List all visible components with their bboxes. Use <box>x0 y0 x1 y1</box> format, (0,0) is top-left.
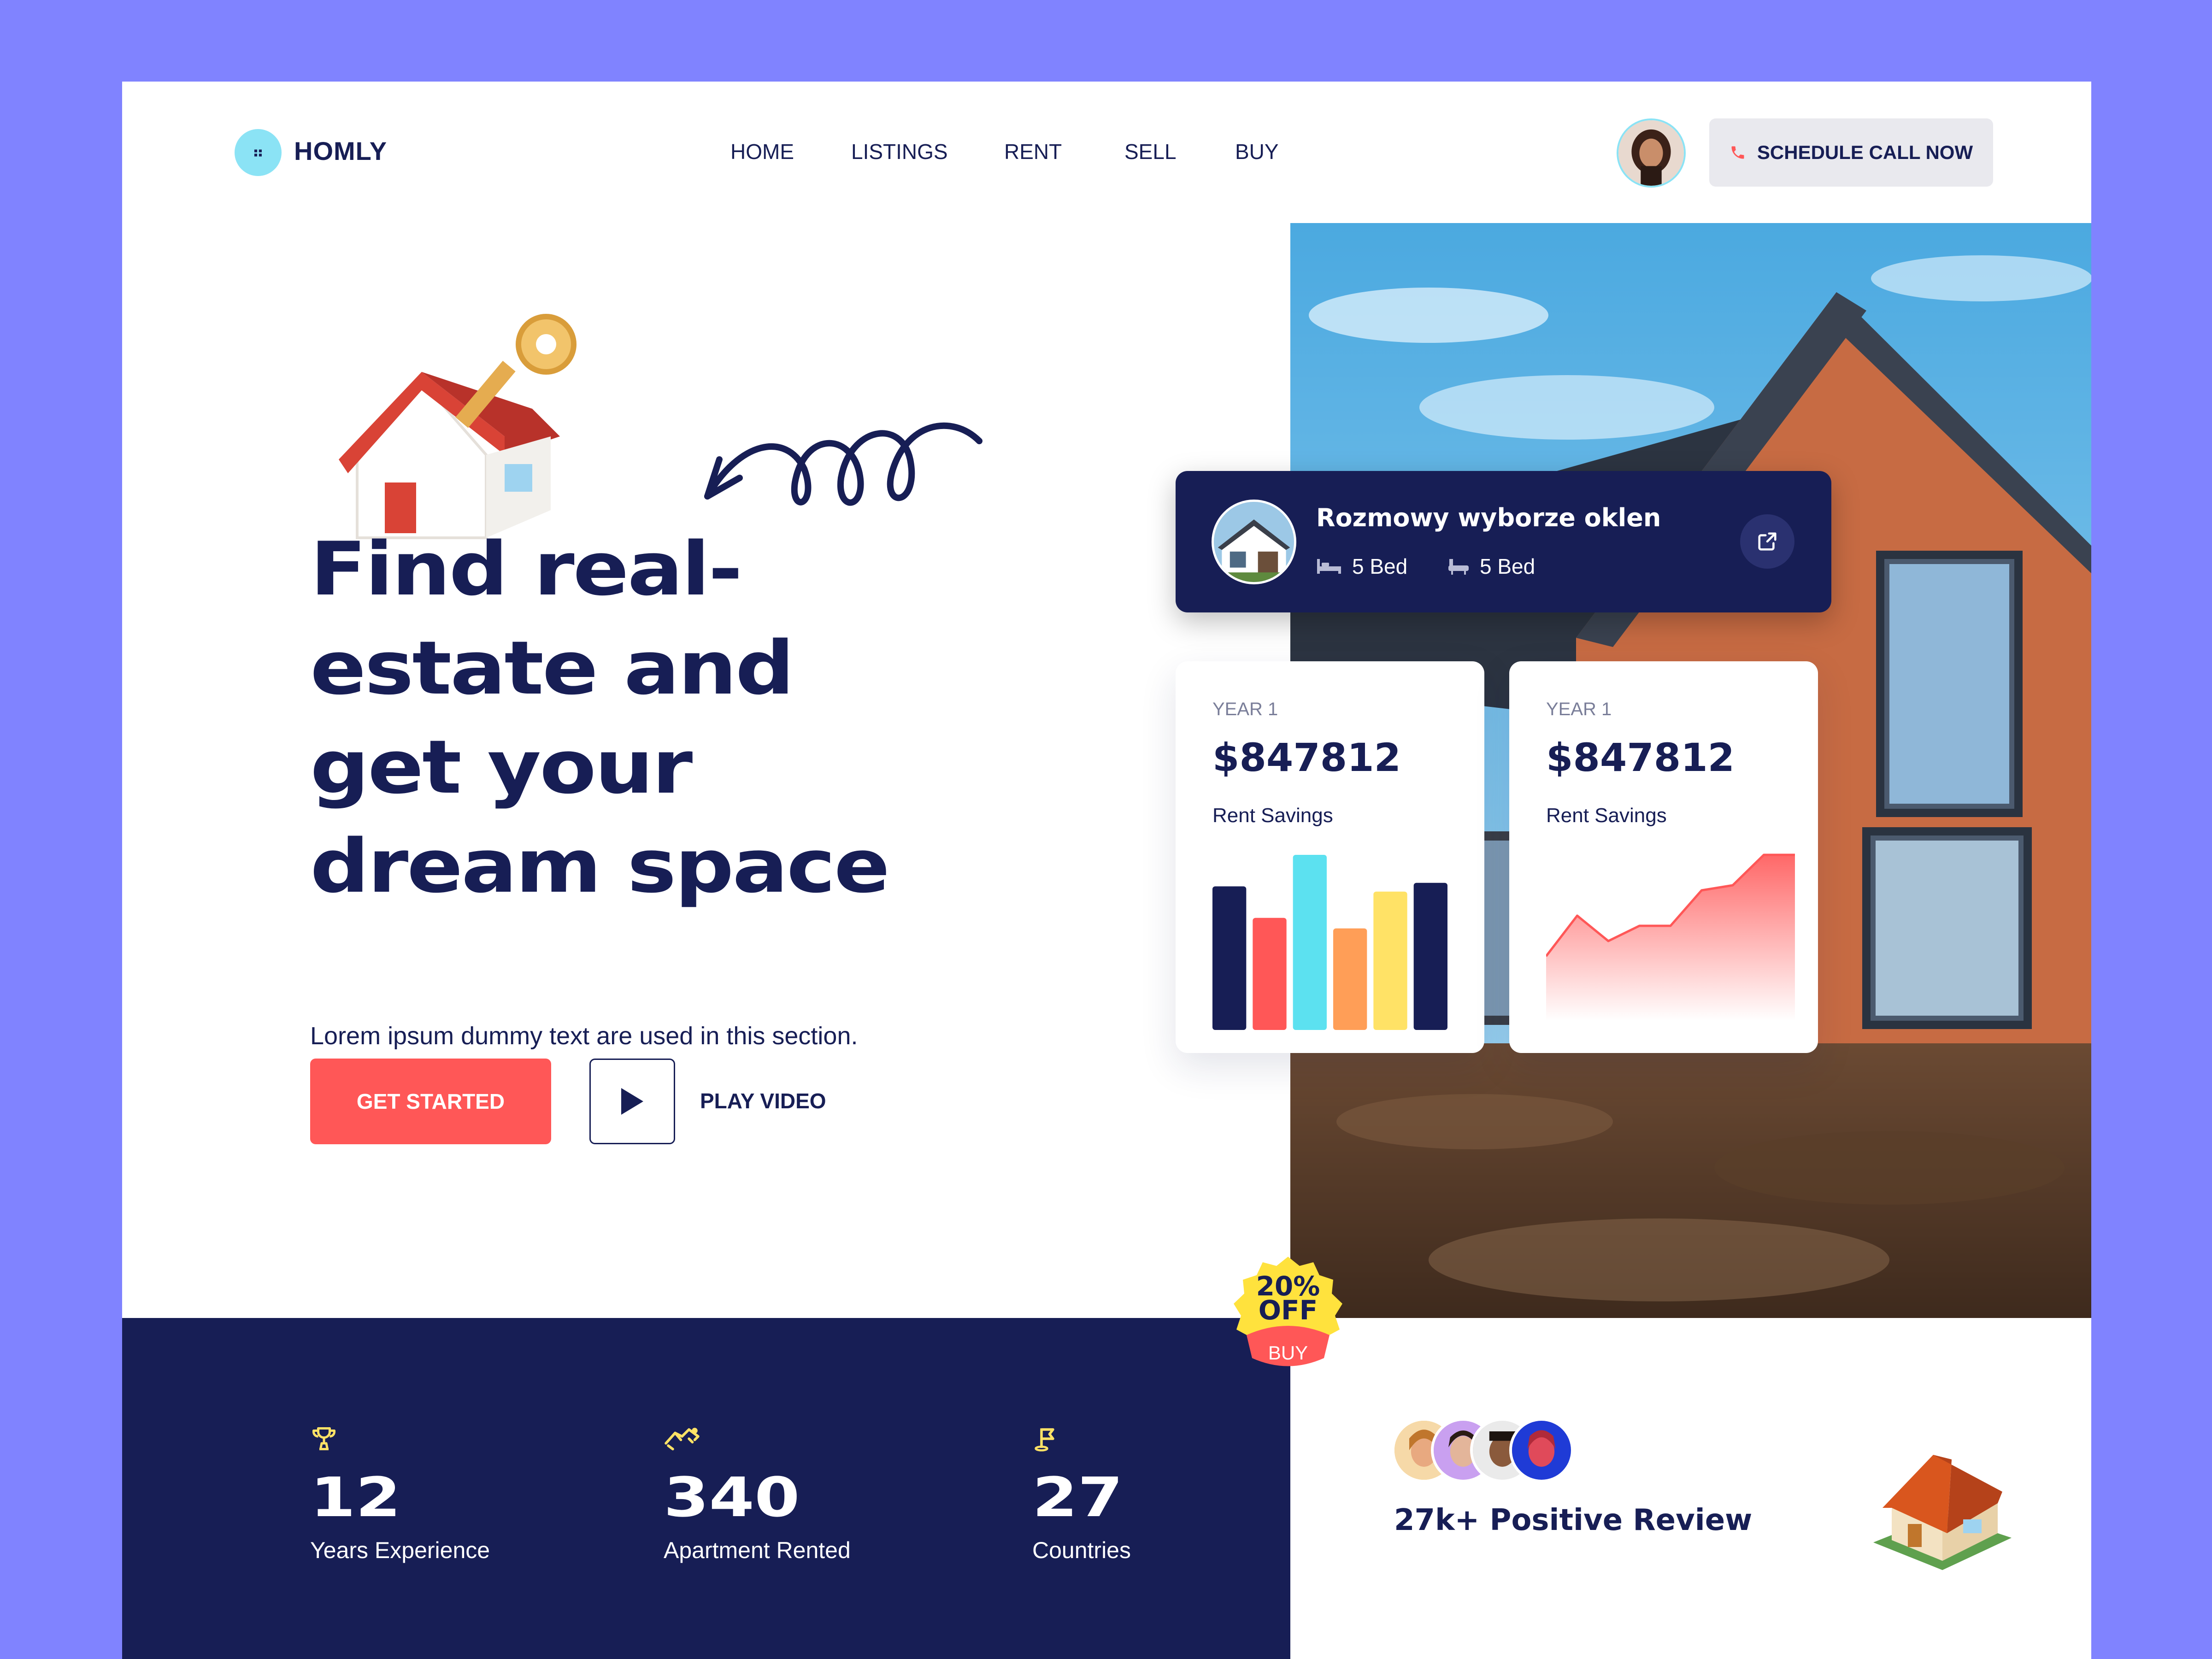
stat-value: 12 <box>310 1465 401 1529</box>
get-started-button[interactable]: GET STARTED <box>310 1059 551 1144</box>
headline-line: get your <box>310 724 693 810</box>
promo-off: OFF <box>1258 1294 1318 1326</box>
headline-line: Find real- <box>310 526 742 612</box>
beds-value: 5 Bed <box>1352 554 1408 578</box>
chart-bar <box>1293 855 1327 1030</box>
reviewer-portrait <box>1512 1421 1571 1480</box>
schedule-call-label: SCHEDULE CALL NOW <box>1757 141 1973 163</box>
hero-headline: Find real- estate and get your dream spa… <box>310 519 1084 916</box>
hero-subtitle: Lorem ipsum dummy text are used in this … <box>310 1022 858 1050</box>
nav-item-sell[interactable]: SELL <box>1124 139 1177 164</box>
stat-value: 340 <box>664 1465 800 1529</box>
listing-thumbnail <box>1212 500 1296 584</box>
trophy-icon <box>312 1427 335 1450</box>
page-frame: ⠶ HOMLY HOME LISTINGS RENT SELL BUY SCHE… <box>122 82 2091 1659</box>
schedule-call-button[interactable]: SCHEDULE CALL NOW <box>1709 118 1993 187</box>
play-icon <box>621 1088 643 1115</box>
stat-value: 27 <box>1032 1465 1124 1529</box>
logo-icon[interactable]: ⠶ <box>235 129 282 176</box>
flag-icon <box>1035 1428 1054 1452</box>
card-amount: $847812 <box>1546 735 1735 780</box>
nav-item-home[interactable]: HOME <box>730 139 794 164</box>
listing-beds: 5 Bed <box>1316 554 1407 579</box>
handshake-icon <box>665 1428 700 1451</box>
chart-bar <box>1253 918 1287 1030</box>
open-listing-button[interactable] <box>1740 514 1794 569</box>
bathtub-icon <box>1448 559 1469 575</box>
savings-area-chart <box>1546 853 1795 1021</box>
savings-bar-chart <box>1212 855 1447 1030</box>
stats-band: 12 Years Experience 340 Apartment Rented… <box>122 1318 1290 1659</box>
chart-bar <box>1413 882 1447 1030</box>
review-count: 27k+ Positive Review <box>1394 1503 1753 1537</box>
card-amount: $847812 <box>1212 735 1401 780</box>
savings-card-area[interactable]: YEAR 1 $847812 Rent Savings <box>1509 661 1818 1053</box>
chart-area-fill <box>1546 855 1795 1021</box>
listing-card[interactable]: Rozmowy wyborze oklen 5 Bed 5 Bed <box>1176 471 1831 612</box>
nav-item-rent[interactable]: RENT <box>1004 139 1062 164</box>
stat-label: Apartment Rented <box>664 1537 851 1563</box>
phone-icon <box>1731 146 1744 159</box>
headline-line: estate and <box>310 625 794 711</box>
card-year: YEAR 1 <box>1546 699 1612 719</box>
reviewer-avatars <box>1392 1418 1585 1487</box>
listing-house-image <box>1214 502 1294 582</box>
external-link-icon <box>1758 532 1777 551</box>
bed-icon <box>1317 559 1341 574</box>
promo-buy[interactable]: BUY <box>1219 1342 1357 1364</box>
card-label: Rent Savings <box>1546 804 1667 827</box>
play-video-button[interactable] <box>589 1059 675 1144</box>
chart-bar <box>1373 891 1407 1030</box>
avatar-portrait <box>1618 120 1684 186</box>
chart-bar <box>1333 928 1367 1030</box>
headline-line: dream space <box>310 823 890 909</box>
nav-item-buy[interactable]: BUY <box>1235 139 1279 164</box>
reviewer-avatar <box>1509 1418 1574 1483</box>
brand-name[interactable]: HOMLY <box>294 136 387 166</box>
listing-baths: 5 Bed <box>1447 554 1535 579</box>
chart-bar <box>1212 886 1247 1030</box>
card-year: YEAR 1 <box>1212 699 1278 719</box>
promo-badge[interactable]: 20% OFF BUY <box>1219 1247 1357 1386</box>
small-house-illustration <box>1873 1455 2012 1570</box>
user-avatar[interactable] <box>1617 118 1686 188</box>
stat-label: Countries <box>1032 1537 1131 1563</box>
listing-title: Rozmowy wyborze oklen <box>1316 503 1661 532</box>
baths-value: 5 Bed <box>1480 554 1535 578</box>
nav-item-listings[interactable]: LISTINGS <box>851 139 948 164</box>
stat-label: Years Experience <box>310 1537 490 1563</box>
savings-card-bar[interactable]: YEAR 1 $847812 Rent Savings <box>1176 661 1484 1053</box>
card-label: Rent Savings <box>1212 804 1333 827</box>
play-video-label[interactable]: PLAY VIDEO <box>700 1088 826 1113</box>
